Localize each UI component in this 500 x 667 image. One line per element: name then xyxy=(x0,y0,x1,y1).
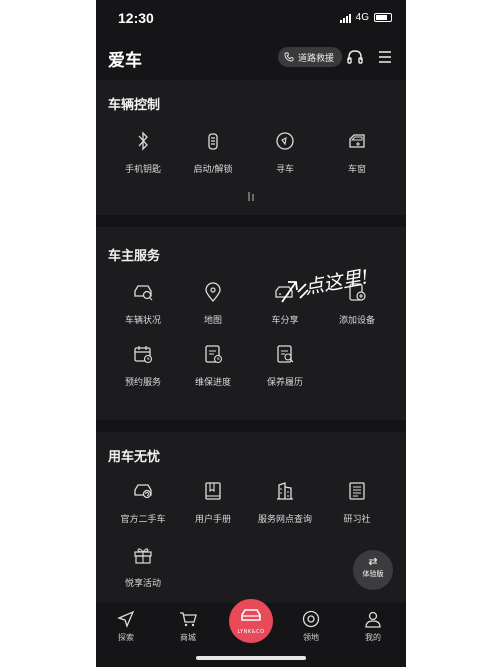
phone-icon xyxy=(284,52,294,62)
status-time: 12:30 xyxy=(118,10,154,26)
item-label: 保养履历 xyxy=(266,378,303,388)
item-car-share[interactable]: 车分享 xyxy=(249,279,321,326)
vehicle-control-title: 车辆控制 xyxy=(108,98,161,113)
item-label: 车窗 xyxy=(347,165,366,175)
tab-car-center[interactable]: LYNK&CO xyxy=(229,599,273,643)
tab-explore[interactable]: 探索 xyxy=(101,607,151,643)
experience-version-toggle[interactable]: ⇄ 体验版 xyxy=(353,550,393,590)
section-divider xyxy=(96,215,406,227)
brand-logo-text: LYNK&CO xyxy=(237,629,265,635)
car-status-icon xyxy=(134,285,153,301)
menu-icon[interactable] xyxy=(375,47,395,67)
tab-profile[interactable]: 我的 xyxy=(348,607,398,643)
add-device-icon xyxy=(349,283,366,301)
expand-handle-icon[interactable] xyxy=(248,190,254,202)
item-label: 预约服务 xyxy=(124,378,161,388)
car-center-icon xyxy=(241,609,261,621)
battery-icon xyxy=(374,13,392,22)
item-phone-key[interactable]: 手机钥匙 xyxy=(107,128,179,175)
item-user-manual[interactable]: 用户手册 xyxy=(177,478,249,525)
tab-label: 领地 xyxy=(303,633,319,642)
home-indicator[interactable] xyxy=(196,656,306,660)
item-map[interactable]: 地图 xyxy=(177,279,249,326)
item-label: 车辆状况 xyxy=(124,316,161,326)
network-type: 4G xyxy=(355,12,369,23)
item-find-car[interactable]: 寻车 xyxy=(249,128,321,175)
item-label: 地图 xyxy=(203,316,222,326)
item-used-car[interactable]: 官方二手车 xyxy=(107,478,179,525)
study-icon xyxy=(349,482,365,500)
item-label: 手机钥匙 xyxy=(124,165,161,175)
item-events[interactable]: 悦享活动 xyxy=(107,542,179,589)
page-title: 爱车 xyxy=(108,51,142,71)
car-share-icon xyxy=(275,286,293,298)
used-car-icon xyxy=(134,484,152,499)
cart-icon xyxy=(180,612,197,627)
item-maintenance-progress[interactable]: 维保进度 xyxy=(177,341,249,388)
item-label: 服务网点查询 xyxy=(257,515,312,525)
owner-service-title: 车主服务 xyxy=(108,249,161,264)
key-fob-icon xyxy=(208,133,218,150)
signal-icon xyxy=(339,13,351,23)
item-add-device[interactable]: 添加设备 xyxy=(321,279,393,326)
experience-version-label: 体验版 xyxy=(362,570,384,578)
vehicle-control-section: 车辆控制 手机钥匙 启动/解锁 寻车 车窗 xyxy=(96,80,406,215)
section-divider xyxy=(96,420,406,432)
road-rescue-button[interactable]: 道路救援 xyxy=(278,47,343,67)
item-label: 车分享 xyxy=(271,316,299,326)
item-label: 添加设备 xyxy=(338,316,375,326)
car-window-icon xyxy=(349,134,365,148)
headset-icon[interactable] xyxy=(345,47,365,67)
map-pin-icon xyxy=(205,282,221,302)
maintenance-progress-icon xyxy=(205,345,223,364)
item-vehicle-status[interactable]: 车辆状况 xyxy=(107,279,179,326)
calendar-icon xyxy=(134,346,153,364)
item-label: 启动/解锁 xyxy=(193,165,233,175)
item-service-outlet[interactable]: 服务网点查询 xyxy=(249,478,321,525)
app-header: 爱车 道路救援 xyxy=(96,36,406,80)
phone-screen: 12:30 4G 爱车 道路救援 车辆控制 手机钥匙 启动/解锁 寻车 车窗 车… xyxy=(96,0,406,667)
item-car-window[interactable]: 车窗 xyxy=(321,128,393,175)
item-label: 寻车 xyxy=(275,165,294,175)
item-label: 用户手册 xyxy=(194,515,231,525)
territory-icon xyxy=(302,610,320,628)
tab-label: 商城 xyxy=(180,633,196,642)
service-outlet-icon xyxy=(277,482,293,500)
maintenance-history-icon xyxy=(277,345,294,363)
tab-label: 我的 xyxy=(365,633,381,642)
item-study-club[interactable]: 研习社 xyxy=(321,478,393,525)
gift-icon xyxy=(134,548,152,564)
tab-label: 探索 xyxy=(118,633,134,642)
status-indicators: 4G xyxy=(339,12,392,23)
profile-icon xyxy=(365,611,381,628)
manual-icon xyxy=(205,482,221,500)
tab-mall[interactable]: 商城 xyxy=(163,607,213,643)
explore-icon xyxy=(117,610,135,628)
item-appointment[interactable]: 预约服务 xyxy=(107,341,179,388)
item-label: 维保进度 xyxy=(194,378,231,388)
item-maintenance-history[interactable]: 保养履历 xyxy=(249,341,321,388)
find-car-icon xyxy=(276,132,294,150)
swap-icon: ⇄ xyxy=(368,555,378,568)
item-label: 悦享活动 xyxy=(124,579,161,589)
item-label: 官方二手车 xyxy=(120,515,166,525)
status-bar: 12:30 4G xyxy=(96,0,406,36)
owner-service-section: 车主服务 车辆状况 地图 车分享 添加设备 预约服务 维保进度 保养履历 xyxy=(96,227,406,420)
bluetooth-icon xyxy=(138,131,148,151)
road-rescue-label: 道路救援 xyxy=(298,53,335,64)
item-label: 研习社 xyxy=(343,515,371,525)
tab-territory[interactable]: 领地 xyxy=(286,607,336,643)
item-start-unlock[interactable]: 启动/解锁 xyxy=(177,128,249,175)
worry-free-title: 用车无忧 xyxy=(108,450,161,465)
